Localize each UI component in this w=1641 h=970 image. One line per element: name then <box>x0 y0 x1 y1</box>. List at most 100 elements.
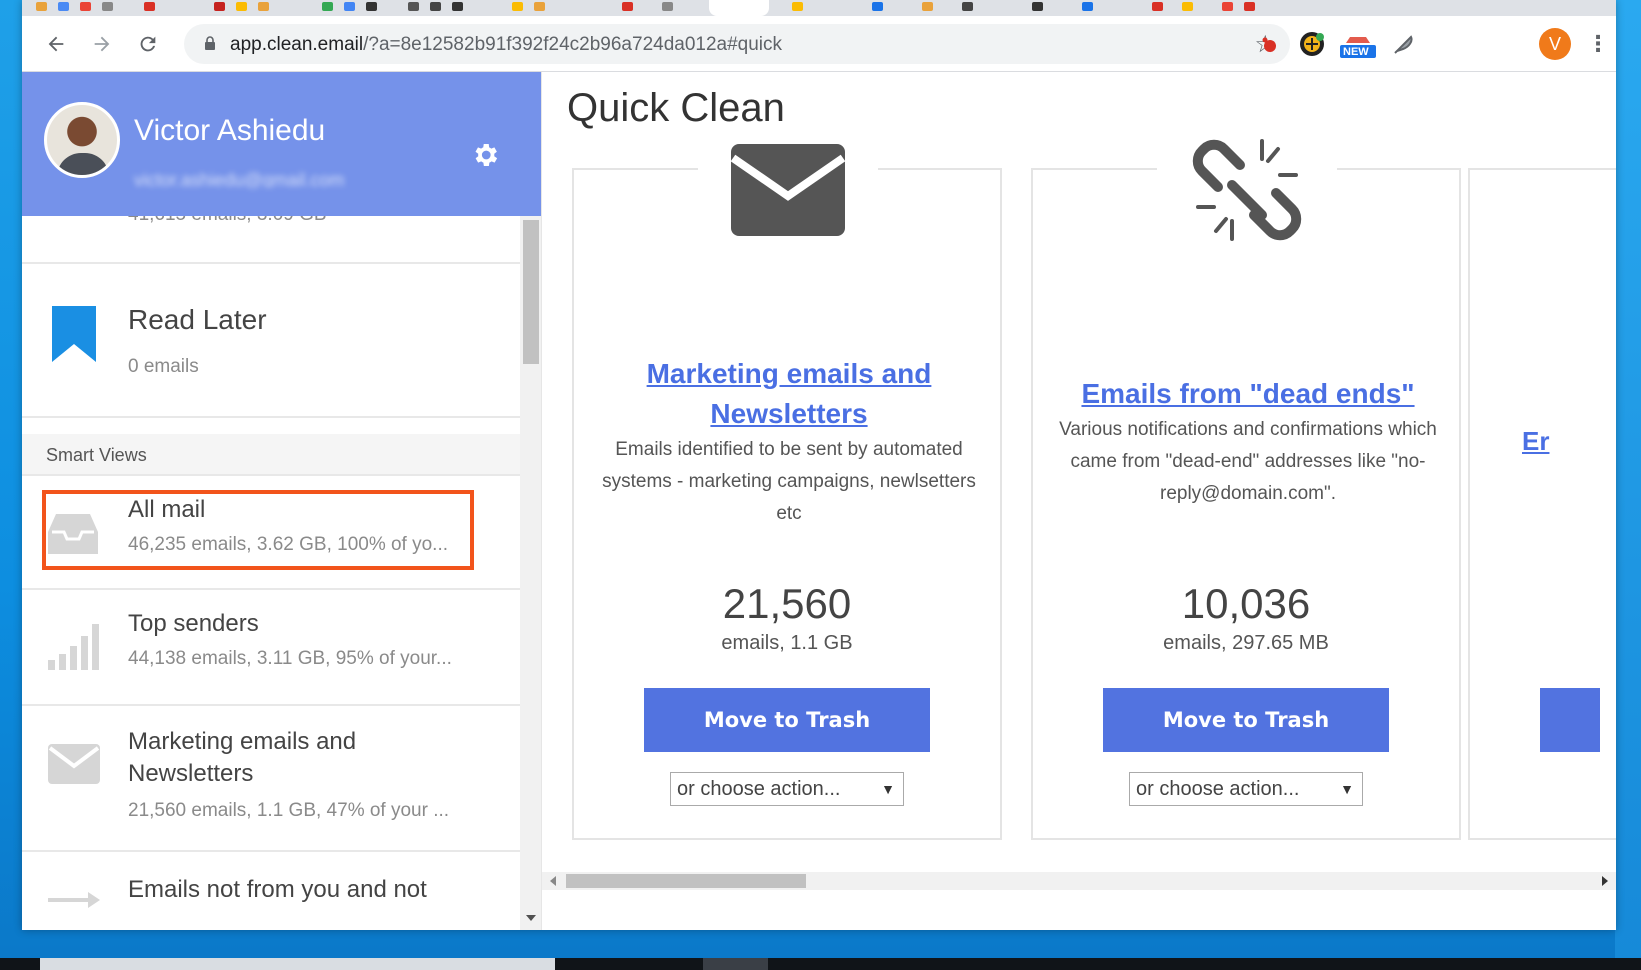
tab-favicon[interactable] <box>662 2 673 11</box>
card-icon-wrap <box>1157 130 1337 250</box>
tab-favicon[interactable] <box>622 2 633 11</box>
card-description: Various notifications and confirmations … <box>1059 419 1437 504</box>
card-title-link[interactable]: Marketing emails and <box>594 354 984 394</box>
tab-favicon[interactable] <box>214 2 225 11</box>
tab-favicon[interactable] <box>452 2 463 11</box>
browser-toolbar: app.clean.email/?a=8e12582b91f392f24c2b9… <box>22 16 1616 72</box>
extension-new-badge-icon[interactable]: NEW <box>1338 30 1378 58</box>
card-dead-ends: Emails from "dead ends" Various notifica… <box>1031 130 1461 840</box>
url-path: /?a=8e12582b91f392f24c2b96a724da012a#qui… <box>363 34 783 55</box>
move-to-trash-button[interactable]: Move to Trash <box>644 688 930 752</box>
sidebar-item-not-from-you[interactable]: Emails not from you and not <box>22 852 541 930</box>
bar-signal-icon <box>48 624 99 670</box>
scroll-down-icon[interactable] <box>526 915 536 921</box>
card-description: Emails identified to be sent by automate… <box>602 439 976 524</box>
tab-favicon[interactable] <box>1032 2 1043 11</box>
choose-action-select[interactable]: or choose action... ▼ <box>1129 772 1363 806</box>
card-title-link[interactable]: Emails from "dead ends" <box>1053 374 1443 414</box>
scroll-left-icon[interactable] <box>550 876 556 886</box>
user-avatar <box>44 102 120 178</box>
sidebar-item-read-later[interactable]: Read Later 0 emails <box>22 264 541 418</box>
sidebar-item-title: Marketing emails and <box>128 728 357 755</box>
tab-favicon[interactable] <box>258 2 269 11</box>
tab-favicon[interactable] <box>1182 2 1193 11</box>
card-title-link-line2[interactable]: Newsletters <box>594 394 984 434</box>
profile-avatar-button[interactable]: V <box>1539 28 1571 60</box>
address-bar[interactable]: app.clean.email/?a=8e12582b91f392f24c2b9… <box>184 24 1290 64</box>
envelope-icon <box>731 144 845 236</box>
active-tab[interactable] <box>709 0 769 16</box>
extension-red-dot-icon[interactable] <box>1254 30 1282 58</box>
tab-favicon[interactable] <box>1082 2 1093 11</box>
extension-globe-icon[interactable] <box>1298 30 1326 58</box>
taskbar <box>0 958 1641 970</box>
envelope-icon <box>48 744 100 784</box>
user-email-blurred: victor.ashiedu@gmail.com <box>134 170 345 188</box>
tab-favicon[interactable] <box>80 2 91 11</box>
sidebar-item-title-line2: Newsletters <box>128 760 254 787</box>
user-name: Victor Ashiedu <box>134 114 326 147</box>
dropdown-caret-icon: ▼ <box>1340 781 1354 797</box>
bookmark-icon <box>52 306 96 362</box>
tab-favicon[interactable] <box>872 2 883 11</box>
choose-action-value: or choose action... <box>1136 778 1300 800</box>
tab-favicon[interactable] <box>236 2 247 11</box>
back-button[interactable] <box>40 28 72 60</box>
card-size: emails, 1.1 GB <box>721 632 853 654</box>
sidebar-item-title: Read Later <box>128 304 267 335</box>
tab-favicon[interactable] <box>792 2 803 11</box>
dropdown-caret-icon: ▼ <box>881 781 895 797</box>
tab-favicon[interactable] <box>430 2 441 11</box>
tab-favicon[interactable] <box>344 2 355 11</box>
tab-favicon[interactable] <box>1244 2 1255 11</box>
url-host: app.clean.email <box>230 34 364 55</box>
tab-favicon[interactable] <box>144 2 155 11</box>
browser-menu-icon[interactable]: ⋮ <box>1587 30 1609 58</box>
tab-favicon[interactable] <box>1222 2 1233 11</box>
url-text: app.clean.email/?a=8e12582b91f392f24c2b9… <box>230 34 782 56</box>
choose-action-value: or choose action... <box>677 778 841 800</box>
tab-favicon[interactable] <box>922 2 933 11</box>
card-title-link[interactable]: Er <box>1522 426 1549 457</box>
tab-favicon[interactable] <box>322 2 333 11</box>
tab-favicon[interactable] <box>534 2 545 11</box>
arrow-right-icon <box>94 36 110 52</box>
tab-favicon[interactable] <box>102 2 113 11</box>
move-to-trash-button[interactable] <box>1540 688 1600 752</box>
tab-favicon[interactable] <box>36 2 47 11</box>
sidebar-item-title: Top senders <box>128 610 259 637</box>
sidebar-item-sub: 0 emails <box>128 356 199 377</box>
page-title: Quick Clean <box>567 86 785 130</box>
sidebar-item-top-senders[interactable]: Top senders 44,138 emails, 3.11 GB, 95% … <box>22 590 541 706</box>
tab-favicon[interactable] <box>58 2 69 11</box>
new-badge: NEW <box>1343 46 1369 58</box>
taskbar-app-button[interactable] <box>703 958 768 970</box>
tab-favicon[interactable] <box>512 2 523 11</box>
sidebar-item-sub: 44,138 emails, 3.11 GB, 95% of your... <box>128 648 452 669</box>
settings-gear-icon[interactable] <box>470 140 500 170</box>
tab-favicon[interactable] <box>366 2 377 11</box>
lock-icon <box>205 36 215 50</box>
card-count: 21,560 <box>722 580 852 627</box>
desktop-background <box>1615 0 1641 970</box>
scroll-right-icon[interactable] <box>1602 876 1608 886</box>
choose-action-select[interactable]: or choose action... ▼ <box>670 772 904 806</box>
forward-button[interactable] <box>86 28 118 60</box>
scrollbar-thumb[interactable] <box>523 220 539 364</box>
horizontal-scrollbar[interactable] <box>542 872 1616 890</box>
highlight-annotation <box>42 490 474 570</box>
card-count: 10,036 <box>1181 580 1311 627</box>
reload-button[interactable] <box>132 28 164 60</box>
sidebar-item-marketing[interactable]: Marketing emails and Newsletters 21,560 … <box>22 706 541 852</box>
sidebar: Victor Ashiedu victor.ashiedu@gmail.com … <box>22 72 542 930</box>
taskbar-search[interactable] <box>40 958 555 970</box>
tab-favicon[interactable] <box>408 2 419 11</box>
extension-feather-icon[interactable] <box>1390 30 1418 58</box>
scrollbar-thumb[interactable] <box>566 874 806 888</box>
tab-favicon[interactable] <box>962 2 973 11</box>
smart-views-label: Smart Views <box>46 445 147 465</box>
main-content: Quick Clean Marketing emails and Newslet… <box>542 72 1616 930</box>
move-to-trash-button[interactable]: Move to Trash <box>1103 688 1389 752</box>
tab-favicon[interactable] <box>1152 2 1163 11</box>
page-content: Victor Ashiedu victor.ashiedu@gmail.com … <box>22 72 1616 930</box>
